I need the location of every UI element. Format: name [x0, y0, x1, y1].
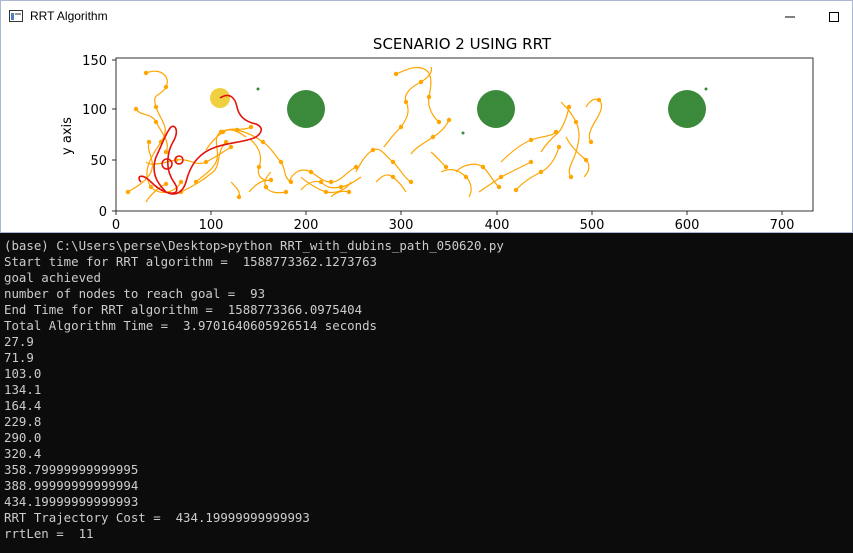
goal-marker — [256, 87, 260, 91]
terminal-console[interactable]: (base) C:\Users\perse\Desktop>python RRT… — [0, 233, 853, 553]
console-line: 27.9 — [4, 334, 34, 349]
maximize-button[interactable] — [811, 1, 853, 32]
console-line: 164.4 — [4, 398, 42, 413]
console-line: (base) C:\Users\perse\Desktop>python RRT… — [4, 238, 504, 253]
obstacle-circle — [477, 90, 515, 128]
title-bar[interactable]: RRT Algorithm — [1, 1, 852, 32]
console-line: 103.0 — [4, 366, 42, 381]
plot-area: 0 100 200 300 400 500 600 700 0 50 100 1… — [60, 54, 814, 232]
console-line: Start time for RRT algorithm = 158877336… — [4, 254, 377, 269]
y-tick-label: 50 — [90, 154, 107, 169]
x-tick-label: 0 — [112, 218, 120, 232]
obstacle-circle — [668, 90, 706, 128]
y-axis-label: y axis — [60, 117, 75, 155]
console-line: rrtLen = 11 — [4, 526, 94, 541]
console-line: 229.8 — [4, 414, 42, 429]
y-tick-label: 0 — [99, 205, 107, 220]
console-line: 290.0 — [4, 430, 42, 445]
x-tick-label: 500 — [580, 218, 605, 232]
window-app-icon — [9, 10, 23, 22]
console-line: 320.4 — [4, 446, 42, 461]
minimize-icon — [785, 16, 795, 17]
x-axis — [115, 211, 783, 215]
maximize-icon — [829, 11, 839, 22]
console-line: 358.79999999999995 — [4, 462, 139, 477]
console-line: 434.19999999999993 — [4, 494, 139, 509]
x-tick-label: 200 — [294, 218, 319, 232]
goal-marker — [461, 131, 465, 135]
x-tick-label: 600 — [675, 218, 700, 232]
minimize-button[interactable] — [767, 1, 813, 32]
app-window: RRT Algorithm SCENARIO 2 USING RRT 0 100… — [0, 0, 853, 233]
console-line: number of nodes to reach goal = 93 — [4, 286, 266, 301]
console-line: RRT Trajectory Cost = 434.19999999999993 — [4, 510, 310, 525]
x-tick-label: 700 — [770, 218, 795, 232]
x-tick-label: 300 — [389, 218, 414, 232]
x-tick-label: 400 — [485, 218, 510, 232]
console-line: End Time for RRT algorithm = 1588773366.… — [4, 302, 363, 317]
x-tick-label: 100 — [199, 218, 224, 232]
plot-title: SCENARIO 2 USING RRT — [373, 35, 552, 53]
window-title: RRT Algorithm — [30, 9, 108, 23]
y-tick-label: 100 — [82, 103, 107, 118]
console-line: 71.9 — [4, 350, 34, 365]
console-line: 388.99999999999994 — [4, 478, 139, 493]
console-line: goal achieved — [4, 270, 101, 285]
y-axis — [112, 59, 116, 212]
obstacle-circle — [287, 90, 325, 128]
y-tick-label: 150 — [82, 54, 107, 69]
console-line: 134.1 — [4, 382, 42, 397]
plot-figure: SCENARIO 2 USING RRT 0 100 200 300 400 5… — [60, 35, 814, 232]
console-line: Total Algorithm Time = 3.970164060592651… — [4, 318, 377, 333]
goal-marker — [704, 87, 708, 91]
